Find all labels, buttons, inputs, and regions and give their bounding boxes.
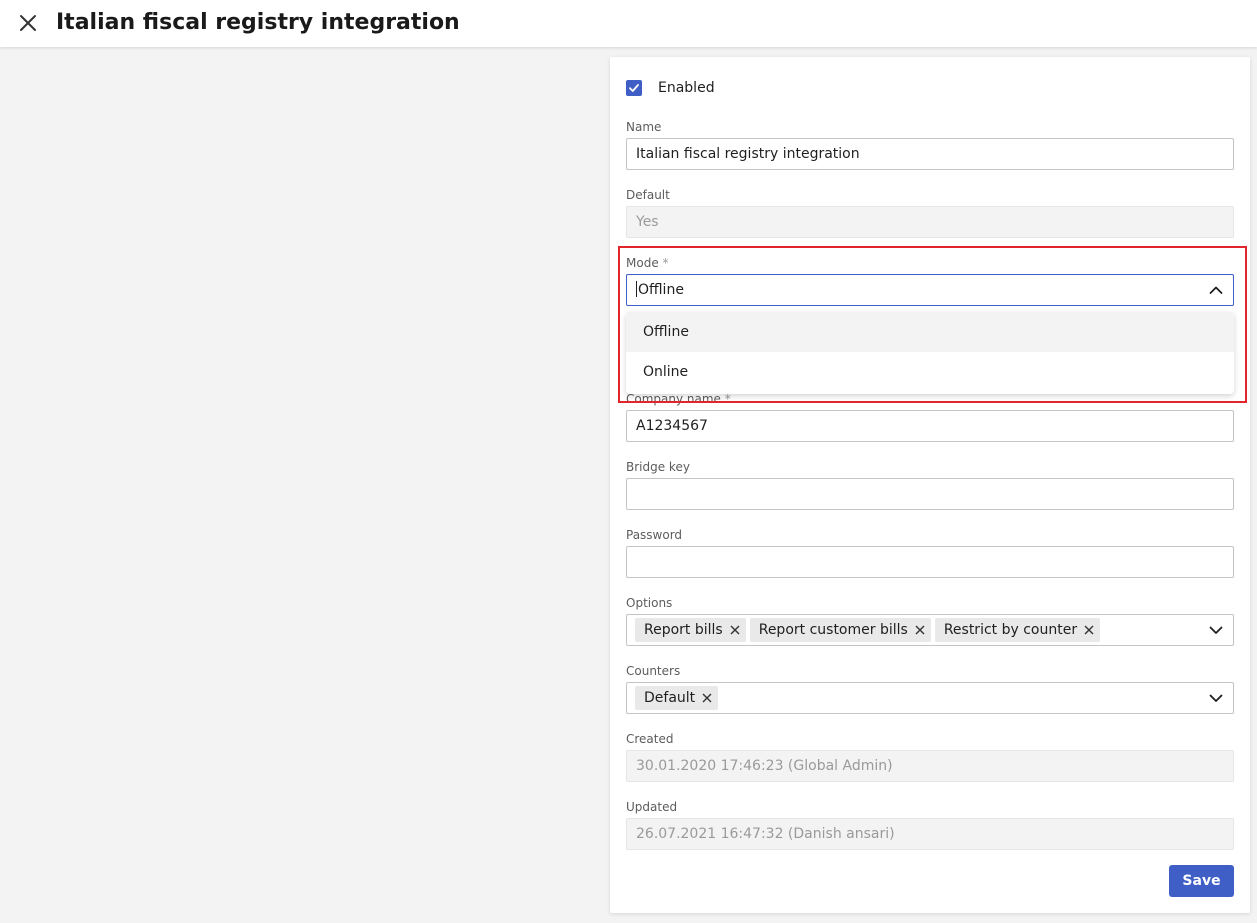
name-label: Name xyxy=(626,120,662,134)
options-multiselect[interactable]: Report bills Report customer bills Restr… xyxy=(626,614,1234,646)
company-name-input[interactable]: A1234567 xyxy=(626,410,1234,442)
company-name-label: Company name * xyxy=(626,392,731,406)
checkmark-icon xyxy=(629,84,639,92)
bridge-key-input[interactable] xyxy=(626,478,1234,510)
enabled-checkbox[interactable] xyxy=(626,80,642,96)
counters-chip-default: Default xyxy=(635,686,719,710)
password-label: Password xyxy=(626,528,683,542)
mode-option-offline[interactable]: Offline xyxy=(626,312,1234,352)
page-header: Italian fiscal registry integration xyxy=(0,0,1257,47)
options-label: Options xyxy=(626,596,673,610)
created-value: 30.01.2020 17:46:23 (Global Admin) xyxy=(636,758,893,774)
bridge-key-label: Bridge key xyxy=(626,460,690,474)
default-label: Default xyxy=(626,188,670,202)
options-chip-report-bills: Report bills xyxy=(635,618,746,642)
mode-selected-value: Offline xyxy=(638,282,684,298)
default-value: Yes xyxy=(636,214,659,230)
page-title: Italian fiscal registry integration xyxy=(56,10,460,35)
save-button[interactable]: Save xyxy=(1169,865,1234,897)
company-name-required-mark: * xyxy=(724,392,731,406)
password-input[interactable] xyxy=(626,546,1234,578)
mode-dropdown-menu: Offline Online xyxy=(626,312,1234,394)
chevron-up-icon[interactable] xyxy=(1209,283,1223,297)
remove-chip-icon[interactable] xyxy=(1084,625,1094,635)
options-chip-restrict-by-counter: Restrict by counter xyxy=(934,618,1101,642)
chip-label: Report customer bills xyxy=(758,622,908,638)
name-input[interactable]: Italian fiscal registry integration xyxy=(626,138,1234,170)
options-chip-report-customer-bills: Report customer bills xyxy=(749,618,931,642)
counters-label: Counters xyxy=(626,664,681,678)
created-field: 30.01.2020 17:46:23 (Global Admin) xyxy=(626,750,1234,782)
close-button[interactable] xyxy=(16,11,40,35)
mode-select[interactable]: Offline xyxy=(626,274,1234,306)
mode-label: Mode * xyxy=(626,256,669,270)
mode-required-mark: * xyxy=(662,256,669,270)
enabled-row: Enabled xyxy=(626,79,715,97)
counters-multiselect[interactable]: Default xyxy=(626,682,1234,714)
company-name-value: A1234567 xyxy=(636,418,708,434)
remove-chip-icon[interactable] xyxy=(702,693,712,703)
created-label: Created xyxy=(626,732,674,746)
chip-label: Default xyxy=(644,690,696,706)
updated-label: Updated xyxy=(626,800,678,814)
mode-option-online[interactable]: Online xyxy=(626,352,1234,392)
settings-form-panel: Enabled Name Italian fiscal registry int… xyxy=(610,57,1250,913)
remove-chip-icon[interactable] xyxy=(730,625,740,635)
chevron-down-icon[interactable] xyxy=(1209,691,1223,705)
chevron-down-icon[interactable] xyxy=(1209,623,1223,637)
text-caret xyxy=(636,281,637,297)
chip-label: Restrict by counter xyxy=(943,622,1078,638)
enabled-label: Enabled xyxy=(658,80,715,96)
chip-label: Report bills xyxy=(644,622,723,638)
default-field: Yes xyxy=(626,206,1234,238)
close-icon xyxy=(20,15,36,31)
updated-value: 26.07.2021 16:47:32 (Danish ansari) xyxy=(636,826,895,842)
remove-chip-icon[interactable] xyxy=(915,625,925,635)
company-name-label-text: Company name xyxy=(626,392,721,406)
mode-label-text: Mode xyxy=(626,256,659,270)
updated-field: 26.07.2021 16:47:32 (Danish ansari) xyxy=(626,818,1234,850)
name-value: Italian fiscal registry integration xyxy=(636,146,860,162)
